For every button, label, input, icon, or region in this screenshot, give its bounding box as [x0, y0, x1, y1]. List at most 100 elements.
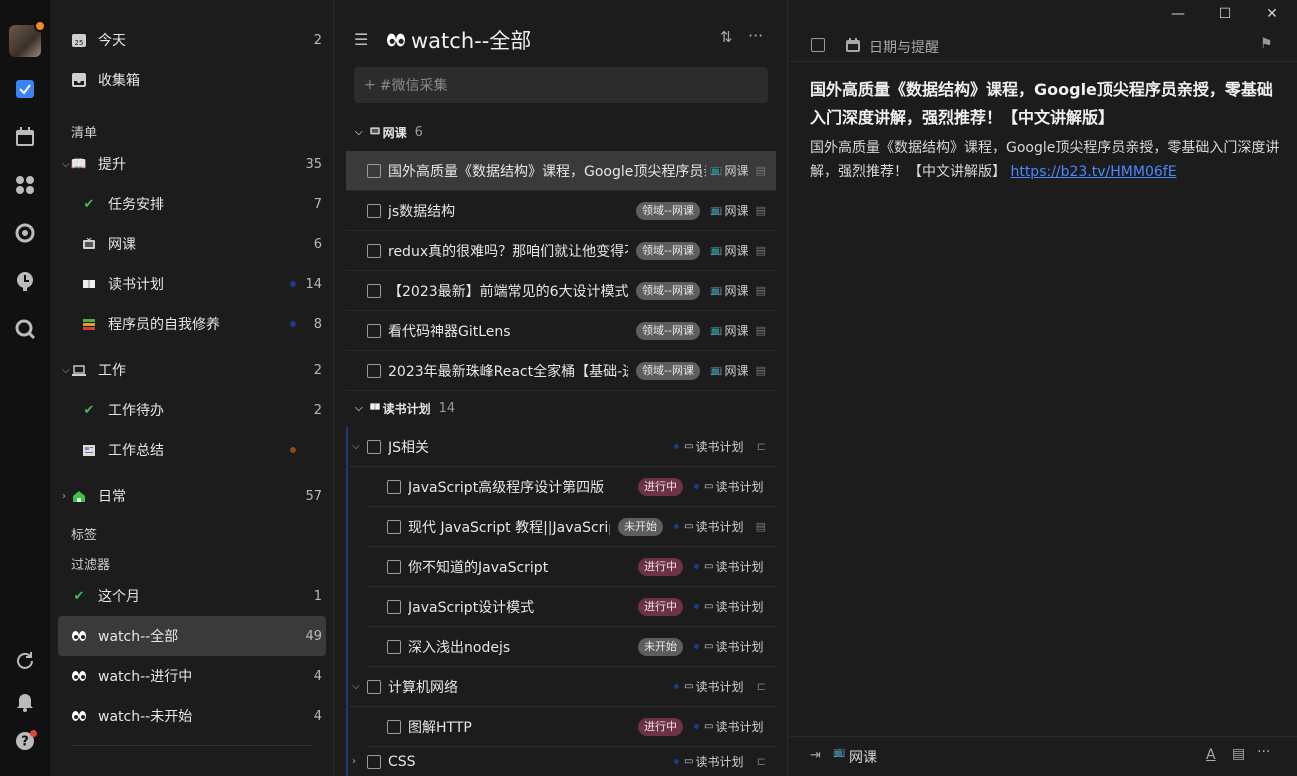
filter-watch-all[interactable]: watch--全部 49: [58, 616, 326, 656]
comment-icon[interactable]: ▤: [1232, 746, 1245, 762]
bell-icon[interactable]: [13, 689, 37, 713]
task-row-parent[interactable]: › CSS ▭ 读书计划 ⊏: [346, 747, 776, 776]
task-checkbox[interactable]: [387, 559, 401, 574]
sidebar-item-online-course[interactable]: 网课 6: [58, 224, 326, 264]
task-title: 【2023最新】前端常见的6大设计模式详解: [388, 283, 628, 300]
sidebar-item-reading[interactable]: 读书计划 14: [58, 264, 326, 304]
tag-badge[interactable]: 领域--网课: [636, 201, 700, 220]
subtask-icon: ⊏: [756, 755, 766, 768]
text-format-icon[interactable]: A: [1206, 747, 1216, 763]
task-row[interactable]: 看代码神器GitLens 领域--网课 📺 网课 ▤: [346, 311, 776, 351]
chevron-right-icon[interactable]: ›: [352, 756, 356, 767]
filter-watch-in-progress[interactable]: watch--进行中 4: [58, 656, 326, 696]
task-checkbox[interactable]: [367, 283, 381, 298]
task-row[interactable]: js数据结构 领域--网课 📺 网课 ▤: [346, 191, 776, 231]
sync-icon[interactable]: [13, 649, 37, 673]
tag-badge[interactable]: 领域--网课: [636, 321, 700, 340]
chevron-down-icon[interactable]: ⌵: [355, 127, 363, 138]
sidebar-item-work-todo[interactable]: ✔ 工作待办 2: [58, 390, 326, 430]
task-row[interactable]: redux真的很难吗？那咱们就让他变得不难 领域--网课 📺 网课 ▤: [346, 231, 776, 271]
eyes-icon: [70, 667, 88, 685]
task-row-child[interactable]: 你不知道的JavaScript 进行中 ▭ 读书计划: [366, 547, 776, 587]
status-badge[interactable]: 未开始: [638, 637, 683, 656]
book-icon: [80, 275, 98, 293]
collapse-sidebar-icon[interactable]: ☰: [354, 30, 368, 49]
detail-link[interactable]: https://b23.tv/HMM06fE: [1010, 164, 1176, 180]
sidebar-item-tasks[interactable]: ✔ 任务安排 7: [58, 184, 326, 224]
more-icon[interactable]: ···: [748, 26, 763, 45]
section-header-filters[interactable]: 过滤器: [71, 554, 110, 573]
task-checkbox[interactable]: [387, 719, 401, 734]
task-row-child[interactable]: 深入浅出nodejs 未开始 ▭ 读书计划: [366, 627, 776, 667]
tag-badge[interactable]: 领域--网课: [636, 361, 700, 380]
filter-watch-not-started[interactable]: watch--未开始 4: [58, 696, 326, 736]
matrix-icon[interactable]: [13, 173, 37, 197]
task-checkbox[interactable]: [367, 323, 381, 338]
status-badge[interactable]: 进行中: [638, 477, 683, 496]
task-row[interactable]: 【2023最新】前端常见的6大设计模式详解 领域--网课 📺网课 ▤: [346, 271, 776, 311]
task-checkbox[interactable]: [367, 163, 381, 178]
task-checkbox[interactable]: [367, 243, 381, 258]
task-checkbox[interactable]: [367, 679, 381, 694]
tag-badge[interactable]: 领域--网课: [636, 281, 700, 300]
task-checkbox[interactable]: [367, 754, 381, 769]
task-checkbox[interactable]: [367, 203, 381, 218]
task-checkbox[interactable]: [367, 439, 381, 454]
pomodoro-icon[interactable]: [13, 221, 37, 245]
note-icon: ▤: [755, 284, 766, 297]
sidebar-item-inbox[interactable]: 收集箱: [58, 60, 326, 100]
task-checkbox[interactable]: [387, 599, 401, 614]
task-row-parent[interactable]: ⌵ JS相关 ▭ 读书计划 ⊏: [346, 427, 776, 467]
task-row-child[interactable]: 图解HTTP 进行中 ▭ 读书计划: [366, 707, 776, 747]
close-icon[interactable]: ✕: [1262, 6, 1282, 22]
task-row[interactable]: 国外高质量《数据结构》课程，Google顶尖程序员亲授 📺 网课 ▤: [346, 151, 776, 191]
task-checkbox[interactable]: [387, 519, 401, 534]
footer-project-name[interactable]: 网课: [849, 747, 877, 767]
task-checkbox[interactable]: [811, 38, 825, 52]
status-badge[interactable]: 进行中: [638, 597, 683, 616]
sidebar-folder-daily[interactable]: › 日常 57: [58, 476, 326, 516]
task-row-child[interactable]: 现代 JavaScript 教程||JavaScript 未开始 ▭ 读书计划 ▤: [366, 507, 776, 547]
task-checkbox-icon[interactable]: [13, 77, 37, 101]
task-row-child[interactable]: JavaScript高级程序设计第四版 进行中 ▭ 读书计划: [366, 467, 776, 507]
task-row-child[interactable]: JavaScript设计模式 进行中 ▭ 读书计划: [366, 587, 776, 627]
sort-icon[interactable]: ⇅: [720, 28, 733, 46]
chevron-down-icon[interactable]: ⌵: [355, 403, 363, 414]
move-to-list-icon[interactable]: ⇥: [810, 748, 821, 763]
group-header-online-course[interactable]: ⌵ 网课 6: [355, 121, 423, 143]
maximize-icon[interactable]: ☐: [1215, 6, 1235, 22]
sidebar-item-self-cultivation[interactable]: 程序员的自我修养 8: [58, 304, 326, 344]
calendar-icon[interactable]: [13, 125, 37, 149]
status-badge[interactable]: 进行中: [638, 717, 683, 736]
chevron-down-icon[interactable]: ⌵: [352, 441, 360, 452]
sidebar-item-today[interactable]: 25 今天 2: [58, 20, 326, 60]
detail-title[interactable]: 国外高质量《数据结构》课程，Google顶尖程序员亲授，零基础入门深度讲解，强烈…: [810, 76, 1276, 132]
minimize-icon[interactable]: —: [1168, 6, 1188, 22]
task-checkbox[interactable]: [387, 639, 401, 654]
habit-icon[interactable]: [13, 269, 37, 293]
search-icon[interactable]: [13, 317, 37, 341]
task-row-parent[interactable]: ⌵ 计算机网络 ▭ 读书计划 ⊏: [346, 667, 776, 707]
filter-this-month[interactable]: ✔ 这个月 1: [58, 576, 326, 616]
sidebar-folder-tisheng[interactable]: ⌵ 📖 提升 35: [58, 144, 326, 184]
add-task-input[interactable]: + #微信采集: [354, 67, 768, 103]
task-row[interactable]: 2023年最新珠峰React全家桶【基础-进阶】 领域--网课 📺网课 ▤: [346, 351, 776, 391]
task-checkbox[interactable]: [387, 479, 401, 494]
chevron-down-icon[interactable]: ⌵: [352, 681, 360, 692]
task-title: 你不知道的JavaScript: [408, 559, 549, 576]
task-title: JS相关: [388, 439, 430, 456]
flag-icon[interactable]: ⚑: [1260, 36, 1273, 52]
sidebar-item-work-summary[interactable]: 工作总结: [58, 430, 326, 470]
task-checkbox[interactable]: [367, 363, 381, 378]
calendar-icon[interactable]: [845, 37, 861, 57]
sidebar-item-count: 6: [313, 236, 322, 252]
tag-badge[interactable]: 领域--网课: [636, 241, 700, 260]
sidebar-folder-work[interactable]: ⌵ 工作 2: [58, 350, 326, 390]
group-header-reading[interactable]: ⌵ 读书计划 14: [355, 397, 455, 419]
more-icon[interactable]: ···: [1257, 744, 1270, 760]
date-reminder-button[interactable]: 日期与提醒: [869, 37, 939, 57]
detail-description[interactable]: 国外高质量《数据结构》课程，Google顶尖程序员亲授，零基础入门深度讲解，强烈…: [810, 136, 1280, 184]
status-badge[interactable]: 进行中: [638, 557, 683, 576]
status-badge[interactable]: 未开始: [618, 517, 663, 536]
section-header-tags[interactable]: 标签: [71, 524, 97, 543]
